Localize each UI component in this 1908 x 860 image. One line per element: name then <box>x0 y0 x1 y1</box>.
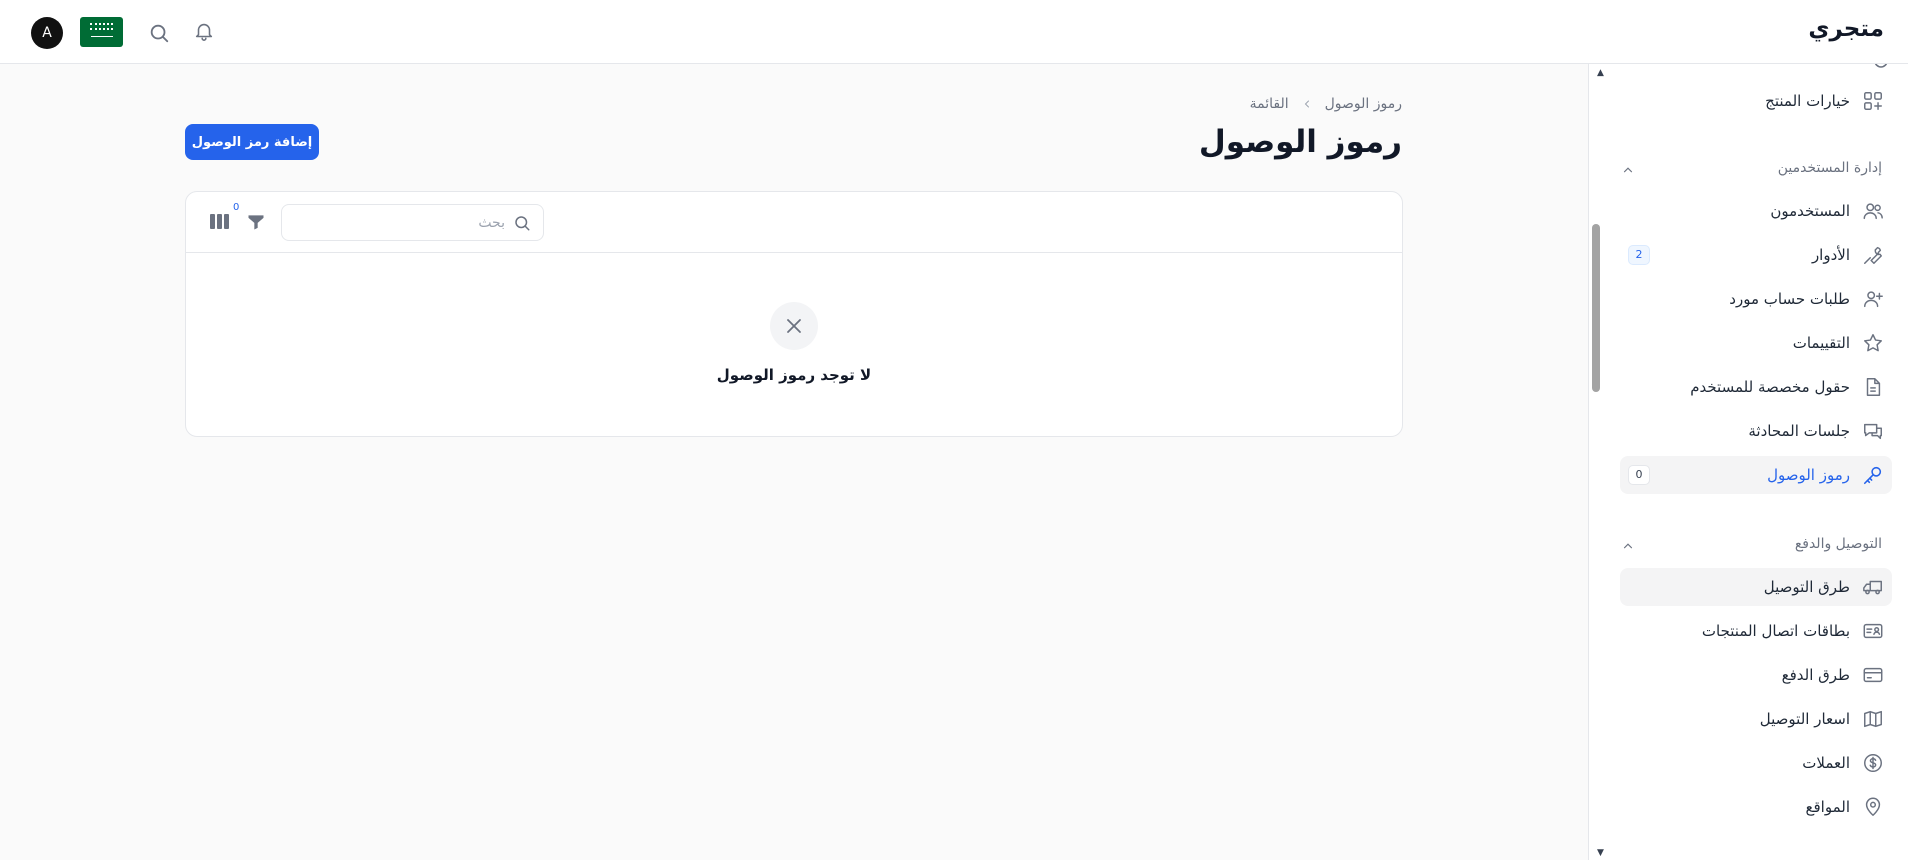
squares-plus-icon <box>1862 90 1884 112</box>
chat-icon <box>1862 420 1884 442</box>
map-pin-icon <box>1862 796 1884 818</box>
empty-state-message: لا توجد رموز الوصول <box>716 366 872 384</box>
sidebar-item-label: اسعار التوصيل <box>1759 710 1850 728</box>
search-icon[interactable] <box>148 22 169 43</box>
add-access-token-button[interactable]: إضافة رمز الوصول <box>185 124 319 160</box>
id-card-icon <box>1862 620 1884 642</box>
filter-count-badge: 0 <box>233 202 240 213</box>
chevron-up-icon[interactable] <box>1621 538 1635 552</box>
sidebar-item-label: الأدوار <box>1811 246 1850 264</box>
top-bar: متجري A <box>0 0 1908 64</box>
sidebar-item-label: العملات <box>1802 754 1850 772</box>
sidebar-item-vendor-requests[interactable]: طلبات حساب مورد <box>1620 280 1892 318</box>
sidebar-item-label: طلبات حساب مورد <box>1729 290 1850 308</box>
sidebar-item-users[interactable]: المستخدمون <box>1620 192 1892 230</box>
flag-script-mark <box>90 23 113 30</box>
flag-sword-mark <box>91 36 113 37</box>
credit-card-icon <box>1862 664 1884 686</box>
sidebar-item-custom-fields[interactable]: حقول مخصصة للمستخدم <box>1620 368 1892 406</box>
scroll-down-arrow[interactable]: ▼ <box>1597 848 1604 858</box>
group-title-user-management[interactable]: إدارة المستخدمين <box>1778 160 1882 176</box>
partially-hidden-item-icon <box>1870 64 1892 68</box>
sidebar-item-roles[interactable]: الأدوار 2 <box>1620 236 1892 274</box>
chevron-up-icon[interactable] <box>1621 162 1635 176</box>
table-card: 0 لا توجد رموز الوصول <box>185 191 1403 437</box>
sidebar-item-label: التقييمات <box>1792 334 1850 352</box>
sidebar-item-access-tokens[interactable]: رموز الوصول 0 <box>1620 456 1892 494</box>
close-icon <box>770 302 818 350</box>
user-avatar[interactable]: A <box>31 17 63 49</box>
breadcrumb-current-list: القائمة <box>1249 96 1289 112</box>
sidebar-item-product-options[interactable]: خيارات المنتج <box>1620 82 1892 120</box>
search-input[interactable] <box>295 211 505 235</box>
filter-icon[interactable] <box>246 212 266 232</box>
sidebar-item-label: المواقع <box>1805 798 1850 816</box>
sidebar-item-delivery-methods[interactable]: طرق التوصيل <box>1620 568 1892 606</box>
sidebar-item-delivery-rates[interactable]: اسعار التوصيل <box>1620 700 1892 738</box>
bell-icon[interactable] <box>193 20 215 42</box>
sidebar-item-label: طرق التوصيل <box>1763 578 1850 596</box>
brand-name[interactable]: متجري <box>1808 16 1884 42</box>
sidebar-item-label: حقول مخصصة للمستخدم <box>1690 378 1850 396</box>
sidebar-item-label: رموز الوصول <box>1767 466 1850 484</box>
page-title: رموز الوصول <box>1198 124 1402 160</box>
currency-dollar-icon <box>1862 752 1884 774</box>
document-icon <box>1862 376 1884 398</box>
group-title-delivery-payment[interactable]: التوصيل والدفع <box>1795 536 1882 552</box>
language-flag-button[interactable] <box>80 17 123 47</box>
map-icon <box>1862 708 1884 730</box>
sidebar-item-chat-sessions[interactable]: جلسات المحادثة <box>1620 412 1892 450</box>
columns-icon[interactable] <box>210 213 229 230</box>
sidebar-item-reviews[interactable]: التقييمات <box>1620 324 1892 362</box>
sidebar-item-label: بطاقات اتصال المنتجات <box>1701 622 1850 640</box>
truck-icon <box>1862 576 1884 598</box>
user-plus-icon <box>1862 288 1884 310</box>
sidebar-item-payment-methods[interactable]: طرق الدفع <box>1620 656 1892 694</box>
sidebar: ▲ ▼ خيارات المنتج إدارة المستخدمين المست… <box>1588 64 1908 860</box>
scroll-up-arrow[interactable]: ▲ <box>1597 68 1604 78</box>
search-icon <box>513 214 531 232</box>
wrench-icon <box>1862 244 1884 266</box>
chevron-left-icon <box>1301 98 1313 110</box>
sidebar-item-label: المستخدمون <box>1770 202 1850 220</box>
sidebar-item-locations[interactable]: المواقع <box>1620 788 1892 826</box>
sidebar-item-product-contact-cards[interactable]: بطاقات اتصال المنتجات <box>1620 612 1892 650</box>
roles-count-badge: 2 <box>1628 245 1650 265</box>
breadcrumb-link-access-tokens[interactable]: رموز الوصول <box>1325 96 1402 112</box>
sidebar-item-label: طرق الدفع <box>1781 666 1850 684</box>
table-toolbar: 0 <box>186 192 1402 253</box>
breadcrumb: رموز الوصول القائمة <box>1250 96 1402 112</box>
sidebar-item-label: جلسات المحادثة <box>1748 422 1850 440</box>
sidebar-item-label: خيارات المنتج <box>1765 92 1850 110</box>
search-box[interactable] <box>281 204 544 241</box>
key-icon <box>1862 464 1884 486</box>
access-tokens-count-badge: 0 <box>1628 465 1650 485</box>
sidebar-scrollbar[interactable] <box>1592 224 1600 392</box>
sidebar-item-currencies[interactable]: العملات <box>1620 744 1892 782</box>
users-icon <box>1862 200 1884 222</box>
star-icon <box>1862 332 1884 354</box>
